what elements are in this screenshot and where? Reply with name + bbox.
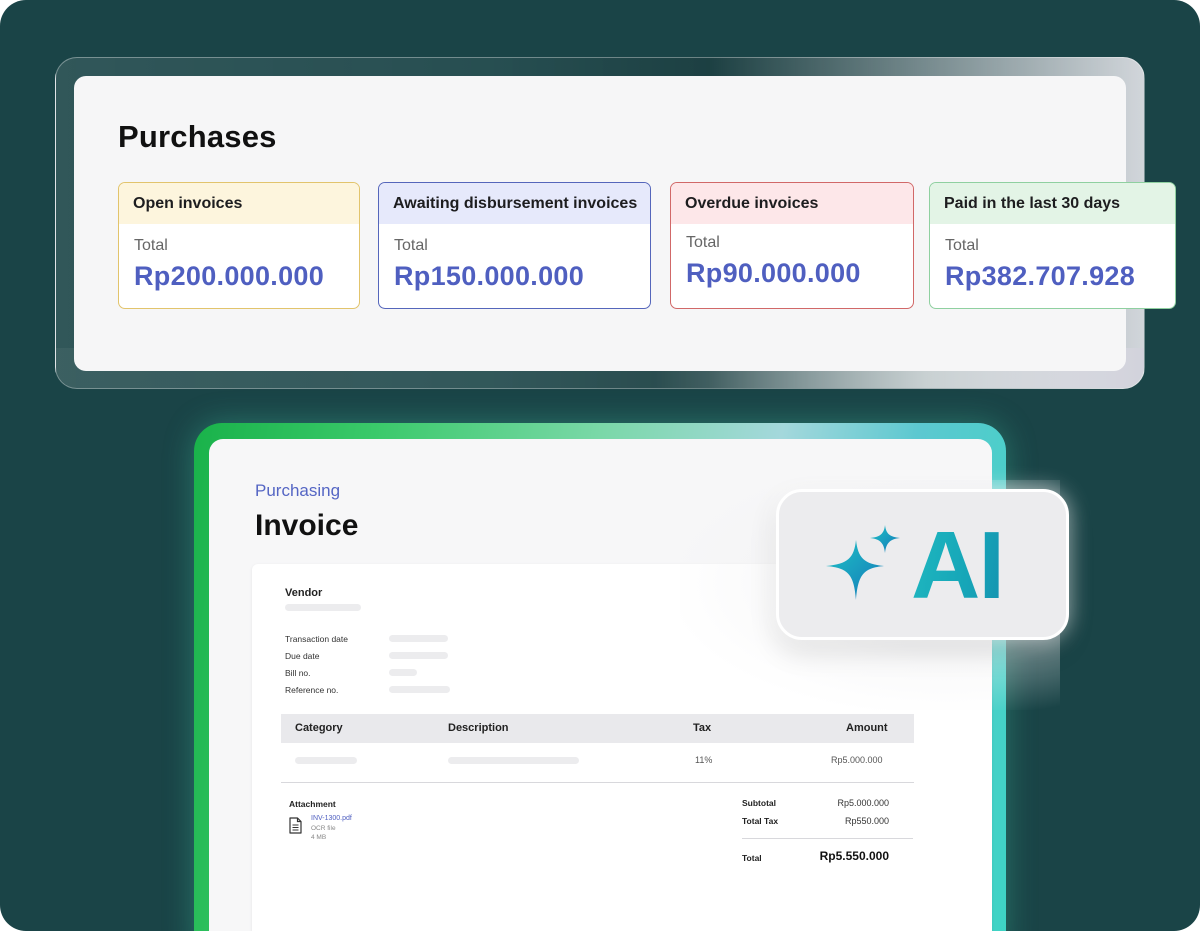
invoice-title: Invoice [255, 509, 359, 542]
reference-no-placeholder [389, 686, 450, 693]
bill-no-placeholder [389, 669, 417, 676]
file-icon[interactable] [289, 817, 302, 834]
sparkle-icon [826, 525, 900, 600]
paid-last-30-days-card[interactable]: Paid in the last 30 days Total Rp382.707… [929, 182, 1176, 309]
card-value: Rp382.707.928 [945, 261, 1136, 291]
card-title: Awaiting disbursement invoices [379, 183, 650, 224]
card-label: Total [394, 237, 428, 254]
card-value: Rp90.000.000 [686, 258, 861, 288]
subtotal-value: Rp5.000.000 [837, 798, 889, 808]
column-category: Category [295, 722, 343, 734]
awaiting-disbursement-card[interactable]: Awaiting disbursement invoices Total Rp1… [378, 182, 651, 309]
total-tax-label: Total Tax [742, 816, 779, 826]
card-value: Rp150.000.000 [394, 261, 585, 291]
column-description: Description [448, 722, 509, 734]
table-divider [281, 782, 914, 783]
card-label: Total [686, 234, 720, 251]
attachment-label: Attachment [289, 799, 336, 809]
transaction-date-label: Transaction date [285, 634, 348, 644]
card-title: Overdue invoices [671, 183, 913, 224]
vendor-placeholder [285, 604, 361, 611]
overdue-invoices-card[interactable]: Overdue invoices Total Rp90.000.000 [670, 182, 914, 309]
column-amount: Amount [846, 722, 888, 734]
attachment-file-size: 4 MB [311, 834, 327, 841]
attachment-file-type: OCR file [311, 825, 336, 832]
attachment-file-link[interactable]: INV-1300.pdf [311, 815, 352, 822]
card-value: Rp200.000.000 [134, 261, 325, 291]
page-title: Purchases [118, 119, 277, 154]
row-amount: Rp5.000.000 [831, 755, 883, 765]
summary-divider [742, 838, 913, 839]
subtotal-label: Subtotal [742, 798, 776, 808]
description-placeholder [448, 757, 579, 764]
due-date-placeholder [389, 652, 448, 659]
ai-label: AI [911, 512, 1005, 619]
total-tax-value: Rp550.000 [844, 816, 889, 826]
card-label: Total [945, 237, 979, 254]
background: Purchases Open invoices Total Rp200.000.… [0, 0, 1200, 931]
due-date-label: Due date [285, 651, 320, 661]
total-value: Rp5.550.000 [819, 849, 889, 863]
row-tax: 11% [695, 755, 713, 765]
bill-no-label: Bill no. [285, 668, 311, 678]
transaction-date-placeholder [389, 635, 448, 642]
table-header [281, 714, 914, 743]
breadcrumb[interactable]: Purchasing [255, 481, 340, 501]
card-label: Total [134, 237, 168, 254]
total-label: Total [742, 853, 762, 863]
reference-no-label: Reference no. [285, 685, 339, 695]
card-title: Open invoices [119, 183, 359, 224]
vendor-label: Vendor [285, 587, 323, 599]
category-placeholder [295, 757, 357, 764]
card-title: Paid in the last 30 days [930, 183, 1175, 224]
open-invoices-card[interactable]: Open invoices Total Rp200.000.000 [118, 182, 360, 309]
column-tax: Tax [693, 722, 712, 734]
